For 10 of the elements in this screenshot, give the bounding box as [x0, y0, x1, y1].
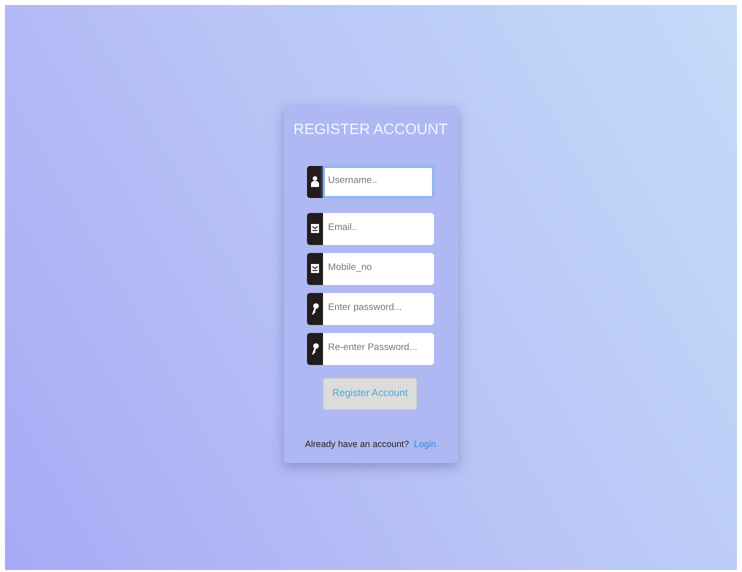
form-title: REGISTER ACCOUNT [292, 120, 449, 140]
key-icon [311, 342, 319, 354]
user-icon [311, 176, 319, 187]
prompt-text: Already have an account? [304, 438, 410, 451]
login-link[interactable]: Login [414, 438, 436, 451]
envelope-icon [311, 224, 319, 233]
key-icon [311, 302, 319, 314]
input-field[interactable]: Username.. [323, 166, 434, 198]
register-button[interactable]: Register Account [323, 378, 417, 410]
envelope-icon [311, 264, 319, 273]
